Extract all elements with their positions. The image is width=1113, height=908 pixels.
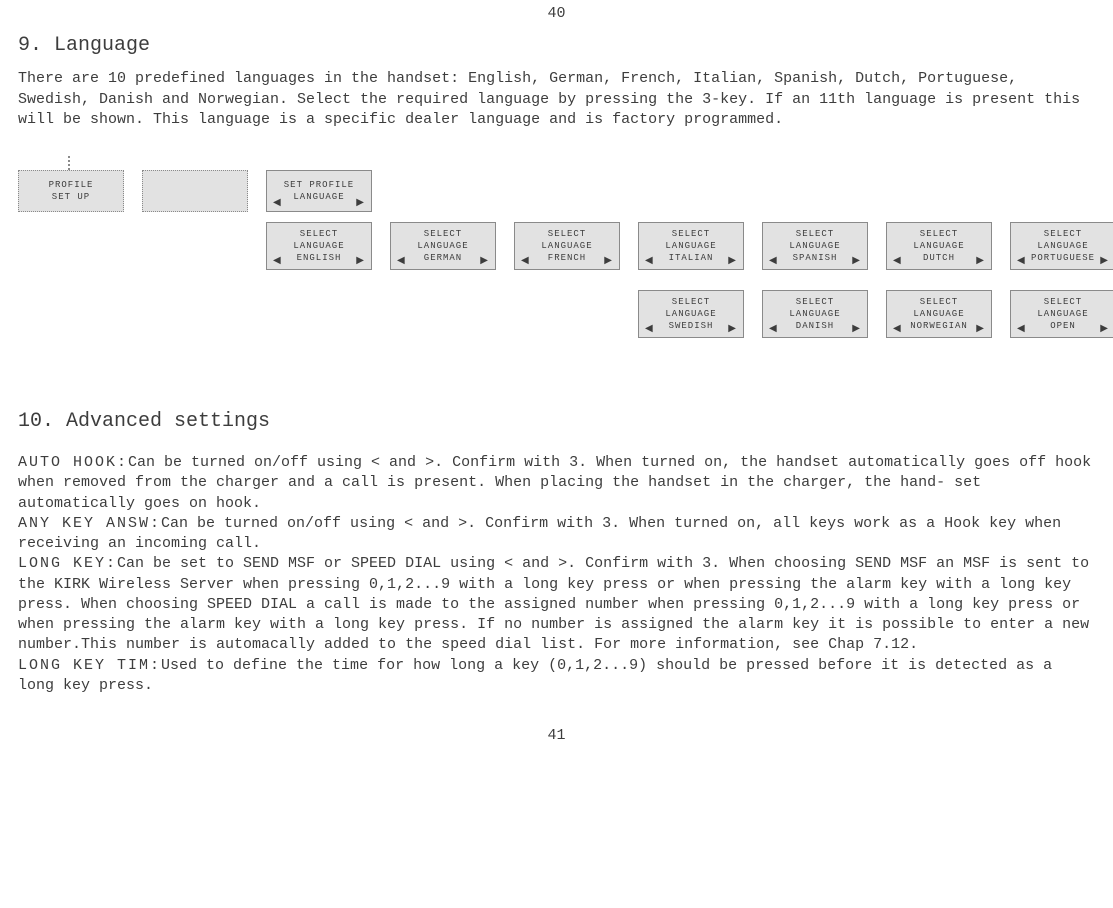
section10-heading: 10. Advanced settings xyxy=(18,408,1095,435)
menubox-line: SELECT xyxy=(796,296,834,308)
menubox-line: SELECT xyxy=(920,228,958,240)
arrow-left-icon: ◀ xyxy=(645,257,654,267)
menubox-select-language: SELECTLANGUAGEENGLISH◀▶ xyxy=(266,222,372,270)
menubox-line: SELECT xyxy=(548,228,586,240)
arrow-left-icon: ◀ xyxy=(769,257,778,267)
arrow-right-icon: ▶ xyxy=(1100,257,1109,267)
menubox-select-language: SELECTLANGUAGESPANISH◀▶ xyxy=(762,222,868,270)
menubox-line: LANGUAGE xyxy=(1037,240,1088,252)
arrow-right-icon: ▶ xyxy=(1100,325,1109,335)
arrow-right-icon: ▶ xyxy=(976,257,985,267)
menubox-line: LANGUAGE xyxy=(913,240,964,252)
term-long-key: LONG KEY: xyxy=(18,555,117,572)
menubox-line: LANGUAGE xyxy=(789,240,840,252)
arrow-right-icon: ▶ xyxy=(356,199,365,209)
arrow-left-icon: ◀ xyxy=(769,325,778,335)
menubox-line: PROFILE xyxy=(49,179,94,191)
menubox-line: SELECT xyxy=(1044,228,1082,240)
arrow-right-icon: ▶ xyxy=(976,325,985,335)
menubox-line: SELECT xyxy=(796,228,834,240)
language-menu-diagram: PROFILE SET UP SET PROFILE LANGUAGE ◀ ▶ … xyxy=(0,156,1113,338)
menubox-line: LANGUAGE xyxy=(665,308,716,320)
arrow-left-icon: ◀ xyxy=(893,257,902,267)
arrow-left-icon: ◀ xyxy=(521,257,530,267)
arrow-right-icon: ▶ xyxy=(604,257,613,267)
menubox-select-language: SELECTLANGUAGEITALIAN◀▶ xyxy=(638,222,744,270)
text-long-key: Can be set to SEND MSF or SPEED DIAL usi… xyxy=(18,555,1089,653)
menubox-select-language: SELECTLANGUAGEDANISH◀▶ xyxy=(762,290,868,338)
menubox-select-language: SELECTLANGUAGEOPEN◀▶ xyxy=(1010,290,1113,338)
menubox-line: LANGUAGE xyxy=(789,308,840,320)
menubox-line: SET PROFILE xyxy=(284,179,354,191)
menubox-select-language: SELECTLANGUAGESWEDISH◀▶ xyxy=(638,290,744,338)
section9-heading: 9. Language xyxy=(18,32,1095,59)
arrow-left-icon: ◀ xyxy=(1017,257,1026,267)
menubox-select-language: SELECTLANGUAGEPORTUGUESE◀▶ xyxy=(1010,222,1113,270)
menubox-select-language: SELECTLANGUAGEDUTCH◀▶ xyxy=(886,222,992,270)
arrow-right-icon: ▶ xyxy=(356,257,365,267)
term-any-key-answ: ANY KEY ANSW: xyxy=(18,515,161,532)
menubox-line: SELECT xyxy=(672,296,710,308)
term-auto-hook: AUTO HOOK: xyxy=(18,454,128,471)
page-number-top: 40 xyxy=(0,4,1113,24)
menubox-line: SELECT xyxy=(920,296,958,308)
arrow-right-icon: ▶ xyxy=(480,257,489,267)
arrow-left-icon: ◀ xyxy=(273,199,282,209)
menubox-profile-setup: PROFILE SET UP xyxy=(18,170,124,212)
arrow-left-icon: ◀ xyxy=(893,325,902,335)
menubox-line: LANGUAGE xyxy=(913,308,964,320)
menubox-line: SELECT xyxy=(300,228,338,240)
section10-body: AUTO HOOK:Can be turned on/off using < a… xyxy=(18,453,1095,696)
arrow-left-icon: ◀ xyxy=(645,325,654,335)
menubox-line: LANGUAGE xyxy=(665,240,716,252)
menubox-line: SET UP xyxy=(52,191,90,203)
term-long-key-tim: LONG KEY TIM: xyxy=(18,657,161,674)
arrow-left-icon: ◀ xyxy=(273,257,282,267)
menubox-line: LANGUAGE xyxy=(417,240,468,252)
menubox-line: LANGUAGE xyxy=(541,240,592,252)
menubox-line: SELECT xyxy=(424,228,462,240)
menubox-blank xyxy=(142,170,248,212)
section9-paragraph: There are 10 predefined languages in the… xyxy=(18,69,1095,130)
menubox-line: SELECT xyxy=(1044,296,1082,308)
menubox-line: LANGUAGE xyxy=(293,240,344,252)
text-long-key-tim: Used to define the time for how long a k… xyxy=(18,657,1052,694)
menubox-set-profile-language: SET PROFILE LANGUAGE ◀ ▶ xyxy=(266,170,372,212)
text-any-key-answ: Can be turned on/off using < and >. Conf… xyxy=(18,515,1061,552)
menubox-line: SELECT xyxy=(672,228,710,240)
arrow-right-icon: ▶ xyxy=(728,325,737,335)
page-number-bottom: 41 xyxy=(0,726,1113,746)
arrow-right-icon: ▶ xyxy=(852,257,861,267)
arrow-right-icon: ▶ xyxy=(728,257,737,267)
menubox-line: LANGUAGE xyxy=(1037,308,1088,320)
menubox-select-language: SELECTLANGUAGENORWEGIAN◀▶ xyxy=(886,290,992,338)
menubox-select-language: SELECTLANGUAGEFRENCH◀▶ xyxy=(514,222,620,270)
arrow-right-icon: ▶ xyxy=(852,325,861,335)
arrow-left-icon: ◀ xyxy=(397,257,406,267)
text-auto-hook: Can be turned on/off using < and >. Conf… xyxy=(18,454,1091,512)
arrow-left-icon: ◀ xyxy=(1017,325,1026,335)
menubox-select-language: SELECTLANGUAGEGERMAN◀▶ xyxy=(390,222,496,270)
